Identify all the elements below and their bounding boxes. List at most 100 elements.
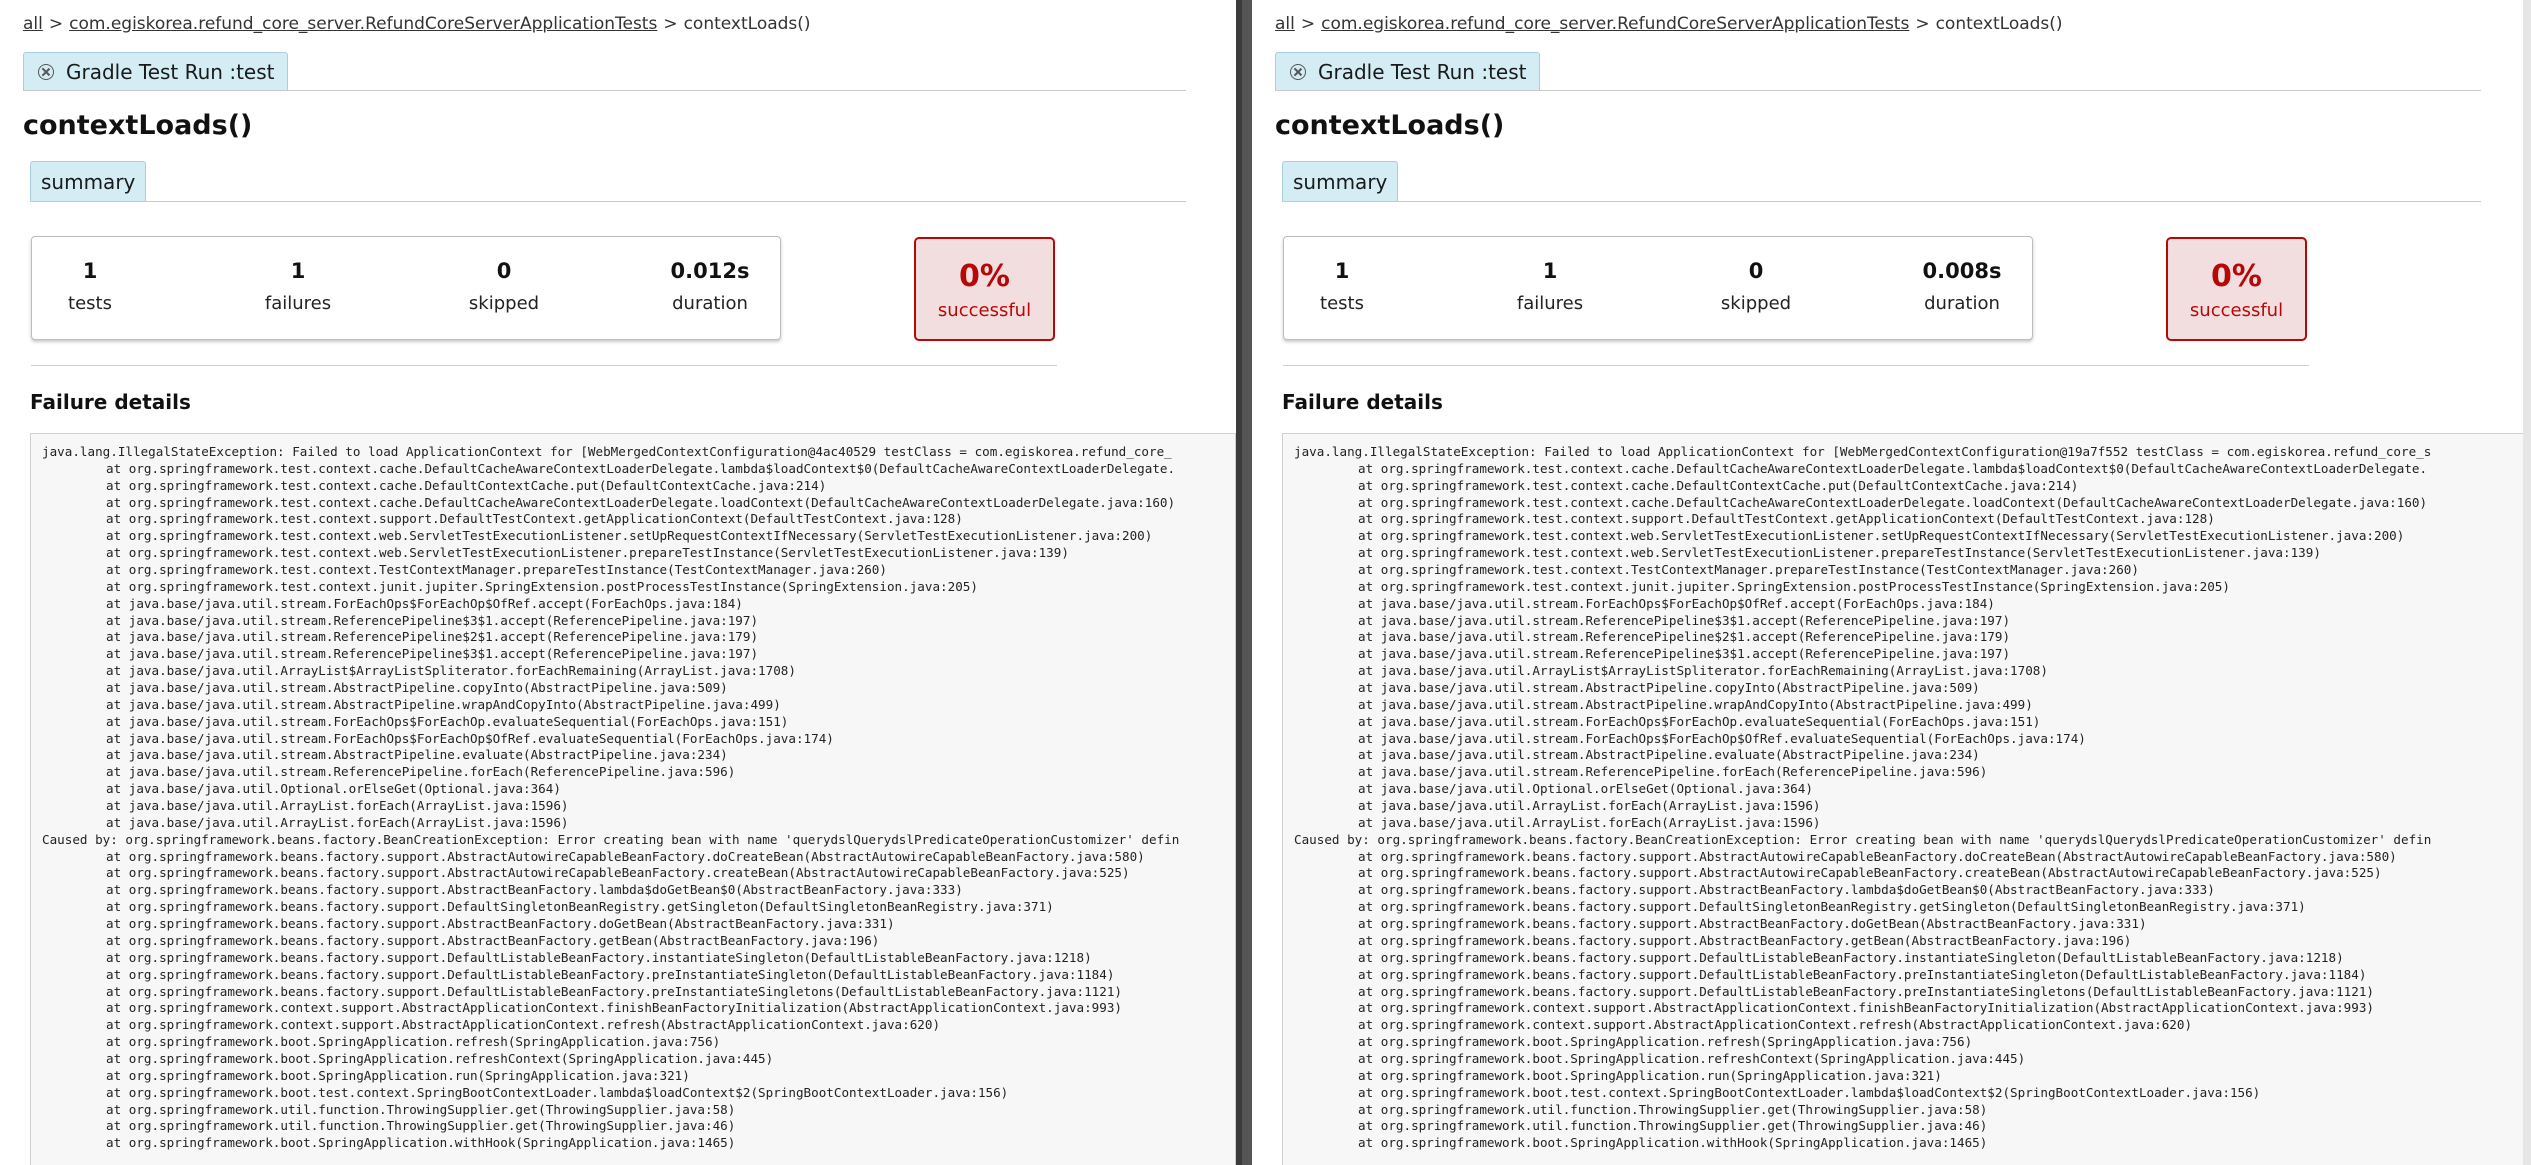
trace-frames-2: at org.springframework.beans.factory.sup…: [42, 849, 1235, 1152]
stat-failures-value: 1: [1542, 259, 1558, 283]
trace-frame: at org.springframework.context.support.A…: [106, 1000, 1122, 1016]
success-rate-value: 0%: [959, 259, 1010, 294]
stat-tests: 1 tests: [1252, 259, 1432, 314]
trace-frame: at org.springframework.test.context.cach…: [1358, 477, 2079, 493]
breadcrumb-current: contextLoads(): [1935, 14, 2063, 34]
stat-failures: 1 failures: [1460, 259, 1640, 314]
trace-frame: at java.base/java.util.ArrayList$ArrayLi…: [106, 663, 796, 679]
stat-tests-label: tests: [1320, 293, 1364, 314]
breadcrumb-all-link[interactable]: all: [23, 14, 43, 34]
trace-frame: at java.base/java.util.stream.AbstractPi…: [1358, 747, 1980, 763]
tab-summary[interactable]: summary: [1282, 161, 1399, 201]
trace-frame: at java.base/java.util.stream.ReferenceP…: [1358, 629, 2011, 645]
trace-frame: at org.springframework.beans.factory.sup…: [1358, 949, 2344, 965]
trace-frame: at java.base/java.util.stream.ReferenceP…: [106, 612, 759, 628]
stat-skipped-value: 0: [496, 259, 512, 283]
stat-failures-label: failures: [1516, 293, 1584, 314]
trace-frame: at org.springframework.test.context.cach…: [1358, 460, 2428, 476]
trace-frame: at org.springframework.util.function.Thr…: [106, 1118, 736, 1134]
trace-frame: at org.springframework.boot.SpringApplic…: [106, 1135, 736, 1151]
trace-frame: at org.springframework.context.support.A…: [106, 1017, 941, 1033]
trace-frame: at java.base/java.util.stream.ReferenceP…: [1358, 764, 1988, 780]
stat-duration-value: 0.012s: [670, 259, 750, 283]
trace-frame: at java.base/java.util.ArrayList.forEach…: [1358, 814, 1821, 830]
close-icon[interactable]: [38, 63, 54, 80]
trace-frame: at java.base/java.util.stream.ForEachOps…: [106, 713, 789, 729]
trace-frame: at org.springframework.beans.factory.sup…: [106, 966, 1115, 982]
trace-frame: at java.base/java.util.stream.AbstractPi…: [106, 696, 781, 712]
trace-frame: at org.springframework.boot.SpringApplic…: [1358, 1050, 2026, 1066]
caused-by-line: Caused by: org.springframework.beans.fac…: [42, 831, 1180, 847]
trace-frame: at org.springframework.beans.factory.sup…: [106, 899, 1054, 915]
trace-frame: at org.springframework.context.support.A…: [1358, 1017, 2193, 1033]
success-rate-value: 0%: [2211, 259, 2262, 294]
report-tab-strip: summary: [1282, 160, 2481, 202]
tab-summary[interactable]: summary: [30, 161, 147, 201]
left-test-report-pane: all > com.egiskorea.refund_core_server.Ref…: [0, 0, 1236, 1165]
trace-frame: at java.base/java.util.stream.ForEachOps…: [106, 730, 834, 746]
trace-frame: at java.base/java.util.ArrayList$ArrayLi…: [1358, 663, 2048, 679]
trace-frame: at java.base/java.util.stream.AbstractPi…: [106, 680, 728, 696]
trace-frames-1: at org.springframework.test.context.cach…: [42, 461, 1235, 832]
stat-tests-label: tests: [68, 293, 112, 314]
close-icon[interactable]: [1290, 63, 1306, 80]
stack-trace-box[interactable]: java.lang.IllegalStateException: Failed …: [1282, 433, 2531, 1165]
trace-frame: at org.springframework.beans.factory.sup…: [1358, 983, 2374, 999]
pane-divider-handle[interactable]: [1242, 0, 1252, 1165]
success-rate-label: successful: [937, 300, 1032, 321]
divider-line: [1283, 365, 2309, 366]
stat-skipped-label: skipped: [468, 293, 540, 314]
trace-frame: at java.base/java.util.Optional.orElseGe…: [1358, 781, 1813, 797]
stat-duration: 0.012s duration: [620, 259, 800, 314]
trace-frame: at java.base/java.util.stream.ForEachOps…: [1358, 595, 1995, 611]
run-tab-strip: Gradle Test Run :test: [1275, 52, 2481, 91]
trace-frame: at org.springframework.beans.factory.sup…: [1358, 966, 2367, 982]
trace-frame: at java.base/java.util.ArrayList.forEach…: [106, 814, 569, 830]
breadcrumb-separator: >: [663, 14, 678, 34]
exception-line: java.lang.IllegalStateException: Failed …: [1294, 444, 2432, 459]
trace-frame: at org.springframework.context.support.A…: [1358, 1000, 2374, 1016]
right-test-report-pane: all > com.egiskorea.refund_core_server.Ref…: [1252, 0, 2531, 1165]
trace-frame: at org.springframework.beans.factory.sup…: [106, 949, 1092, 965]
vertical-scrollbar[interactable]: [2523, 0, 2531, 1165]
trace-frames-2: at org.springframework.beans.factory.sup…: [1294, 849, 2530, 1152]
breadcrumb-all-link[interactable]: all: [1275, 14, 1295, 34]
breadcrumb-package-link[interactable]: com.egiskorea.refund_core_server.RefundC…: [1321, 14, 1909, 34]
stat-skipped-value: 0: [1748, 259, 1764, 283]
trace-frame: at org.springframework.boot.test.context…: [1358, 1084, 2261, 1100]
trace-frame: at java.base/java.util.stream.ReferenceP…: [1358, 646, 2011, 662]
summary-stats-box: 1 tests 1 failures 0 skipped 0.012s dura…: [31, 236, 781, 340]
stat-failures-label: failures: [264, 293, 332, 314]
failure-details-heading: Failure details: [1282, 390, 1443, 414]
stat-tests: 1 tests: [0, 259, 180, 314]
stat-failures-value: 1: [290, 259, 306, 283]
breadcrumb-separator: >: [1300, 14, 1316, 34]
success-rate-label: successful: [2189, 300, 2284, 321]
success-rate-box: 0% successful: [914, 237, 1055, 341]
trace-frame: at org.springframework.test.context.cach…: [106, 477, 827, 493]
trace-frame: at org.springframework.test.context.cach…: [1358, 494, 2428, 510]
trace-frame: at org.springframework.test.context.juni…: [1358, 578, 2230, 594]
breadcrumb-current: contextLoads(): [683, 14, 811, 34]
trace-frame: at org.springframework.beans.factory.sup…: [106, 916, 895, 932]
page-title: contextLoads(): [23, 110, 253, 141]
trace-frame: at java.base/java.util.stream.ForEachOps…: [106, 595, 743, 611]
stat-skipped-label: skipped: [1720, 293, 1792, 314]
gradle-test-run-tab[interactable]: Gradle Test Run :test: [23, 52, 288, 90]
stack-trace-box[interactable]: java.lang.IllegalStateException: Failed …: [30, 433, 1236, 1165]
gradle-test-run-tab[interactable]: Gradle Test Run :test: [1275, 52, 1540, 90]
success-rate-box: 0% successful: [2166, 237, 2307, 341]
breadcrumb-package-link[interactable]: com.egiskorea.refund_core_server.RefundC…: [69, 14, 657, 34]
report-tab-strip: summary: [30, 160, 1186, 202]
trace-frame: at org.springframework.test.context.Test…: [1358, 562, 2139, 578]
trace-frame: at org.springframework.test.context.web.…: [106, 545, 1069, 561]
caused-by-line: Caused by: org.springframework.beans.fac…: [1294, 831, 2432, 847]
trace-frame: at org.springframework.test.context.juni…: [106, 578, 978, 594]
trace-frame: at org.springframework.test.context.cach…: [106, 460, 1176, 476]
trace-frame: at org.springframework.test.context.web.…: [1358, 528, 2405, 544]
breadcrumb-separator: >: [48, 14, 64, 34]
trace-frame: at org.springframework.beans.factory.sup…: [106, 932, 880, 948]
trace-frame: at java.base/java.util.stream.AbstractPi…: [1358, 696, 2033, 712]
stat-tests-value: 1: [82, 259, 98, 283]
stat-tests-value: 1: [1334, 259, 1350, 283]
